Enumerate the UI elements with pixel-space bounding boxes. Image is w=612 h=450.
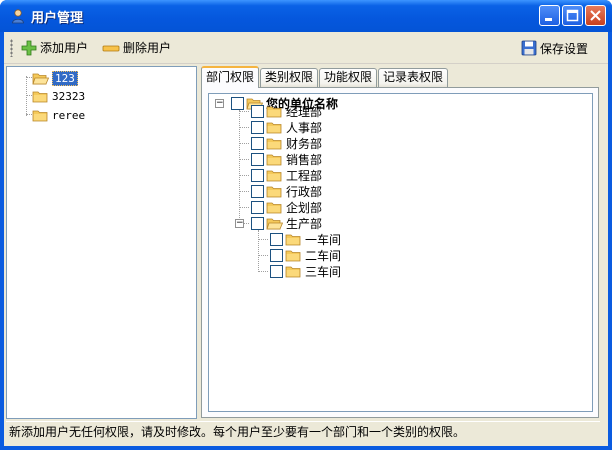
tree-node-department[interactable]: 经理部 bbox=[251, 103, 322, 119]
user-icon bbox=[12, 9, 24, 24]
status-bar: 新添加用户无任何权限，请及时修改。每个用户至少要有一个部门和一个类别的权限。 bbox=[6, 421, 600, 443]
tree-node-department[interactable]: 工程部 bbox=[251, 167, 322, 183]
tree-node-workshop[interactable]: 一车间 bbox=[270, 231, 341, 247]
add-user-button[interactable]: 添加用户 bbox=[19, 37, 90, 59]
folder-icon bbox=[32, 91, 48, 102]
minimize-icon bbox=[545, 18, 552, 21]
workshop-checkbox[interactable] bbox=[270, 232, 283, 246]
delete-user-label: 删除用户 bbox=[123, 41, 172, 55]
user-label: reree bbox=[52, 108, 86, 122]
workshop-label: 二车间 bbox=[305, 248, 342, 263]
user-list-item[interactable]: 32323 bbox=[32, 88, 85, 104]
maximize-button[interactable] bbox=[562, 5, 583, 26]
minus-icon bbox=[102, 45, 120, 51]
tab-content: − 您的单位名称 经理部 人事部 财务部 销售部 工程部 行政部 企划部 − 生… bbox=[201, 87, 599, 418]
tree-node-workshop[interactable]: 二车间 bbox=[270, 247, 341, 263]
tab-category[interactable]: 类别权限 bbox=[260, 68, 319, 87]
department-label: 工程部 bbox=[286, 168, 323, 183]
window-title: 用户管理 bbox=[31, 10, 84, 26]
user-label: 123 bbox=[52, 70, 78, 86]
save-settings-button[interactable]: 保存设置 bbox=[519, 37, 590, 59]
folder-icon bbox=[266, 138, 282, 149]
department-tree[interactable]: − 您的单位名称 经理部 人事部 财务部 销售部 工程部 行政部 企划部 − 生… bbox=[208, 93, 593, 412]
folder-icon bbox=[266, 186, 282, 197]
tree-node-department[interactable]: 人事部 bbox=[251, 119, 322, 135]
tab-record-table[interactable]: 记录表权限 bbox=[378, 68, 449, 87]
close-icon bbox=[590, 10, 601, 21]
save-settings-label: 保存设置 bbox=[539, 41, 588, 56]
department-label: 企划部 bbox=[286, 200, 323, 215]
department-label: 财务部 bbox=[286, 136, 323, 151]
title-bar[interactable]: 用户管理 bbox=[0, 0, 612, 32]
workshop-label: 一车间 bbox=[305, 232, 342, 247]
collapse-production-icon[interactable]: − bbox=[235, 219, 244, 228]
user-list-item[interactable]: reree bbox=[32, 107, 85, 123]
department-label: 生产部 bbox=[286, 216, 323, 231]
permission-tabs: 部门权限 类别权限 功能权限 记录表权限 bbox=[201, 66, 449, 88]
save-icon bbox=[521, 40, 537, 56]
folder-icon bbox=[266, 154, 282, 165]
collapse-root-icon[interactable]: − bbox=[215, 99, 224, 108]
minimize-button[interactable] bbox=[539, 5, 560, 26]
user-management-window: 用户管理 添加用户 删除用户 保存设置 123 32323 reree 部门权限… bbox=[0, 0, 612, 450]
permissions-panel: 部门权限 类别权限 功能权限 记录表权限 − 您的单位名称 经理部 人事部 财务… bbox=[199, 66, 600, 419]
workshop-checkbox[interactable] bbox=[270, 264, 283, 278]
tab-function[interactable]: 功能权限 bbox=[319, 68, 378, 87]
folder-icon bbox=[32, 110, 48, 121]
tree-node-workshop[interactable]: 三车间 bbox=[270, 263, 341, 279]
department-label: 销售部 bbox=[286, 152, 323, 167]
department-checkbox[interactable] bbox=[251, 120, 264, 134]
folder-icon bbox=[285, 266, 301, 277]
folder-open-icon bbox=[266, 218, 283, 229]
department-label: 经理部 bbox=[286, 104, 323, 119]
folder-icon bbox=[266, 202, 282, 213]
department-label: 人事部 bbox=[286, 120, 323, 135]
folder-icon bbox=[285, 250, 301, 261]
department-checkbox[interactable] bbox=[251, 184, 264, 198]
department-checkbox[interactable] bbox=[251, 168, 264, 182]
tab-department[interactable]: 部门权限 bbox=[201, 66, 260, 88]
folder-icon bbox=[266, 106, 282, 117]
tree-node-department[interactable]: 行政部 bbox=[251, 183, 322, 199]
department-checkbox[interactable] bbox=[251, 200, 264, 214]
add-user-label: 添加用户 bbox=[40, 41, 89, 55]
toolbar-grip[interactable] bbox=[10, 38, 13, 57]
tree-node-department[interactable]: 企划部 bbox=[251, 199, 322, 215]
department-checkbox[interactable] bbox=[251, 136, 264, 150]
tree-node-department[interactable]: 销售部 bbox=[251, 151, 322, 167]
window-client: 添加用户 删除用户 保存设置 123 32323 reree 部门权限 类别权限… bbox=[4, 32, 608, 446]
workshop-label: 三车间 bbox=[305, 264, 342, 279]
department-checkbox[interactable] bbox=[251, 152, 264, 166]
folder-icon bbox=[266, 122, 282, 133]
user-label: 32323 bbox=[52, 89, 86, 103]
department-checkbox[interactable] bbox=[251, 104, 264, 118]
user-list-item[interactable]: 123 bbox=[32, 70, 78, 86]
close-button[interactable] bbox=[585, 5, 606, 26]
folder-icon bbox=[266, 170, 282, 181]
tree-node-department[interactable]: 财务部 bbox=[251, 135, 322, 151]
workshop-checkbox[interactable] bbox=[270, 248, 283, 262]
plus-icon bbox=[21, 40, 37, 55]
user-list[interactable]: 123 32323 reree bbox=[6, 66, 197, 419]
root-checkbox[interactable] bbox=[231, 96, 244, 110]
maximize-icon bbox=[566, 9, 579, 22]
tree-node-department[interactable]: 生产部 bbox=[251, 215, 322, 231]
folder-open-icon bbox=[32, 73, 49, 84]
toolbar: 添加用户 删除用户 保存设置 bbox=[4, 32, 608, 64]
department-checkbox[interactable] bbox=[251, 216, 264, 230]
department-label: 行政部 bbox=[286, 184, 323, 199]
folder-icon bbox=[285, 234, 301, 245]
delete-user-button[interactable]: 删除用户 bbox=[100, 37, 173, 59]
